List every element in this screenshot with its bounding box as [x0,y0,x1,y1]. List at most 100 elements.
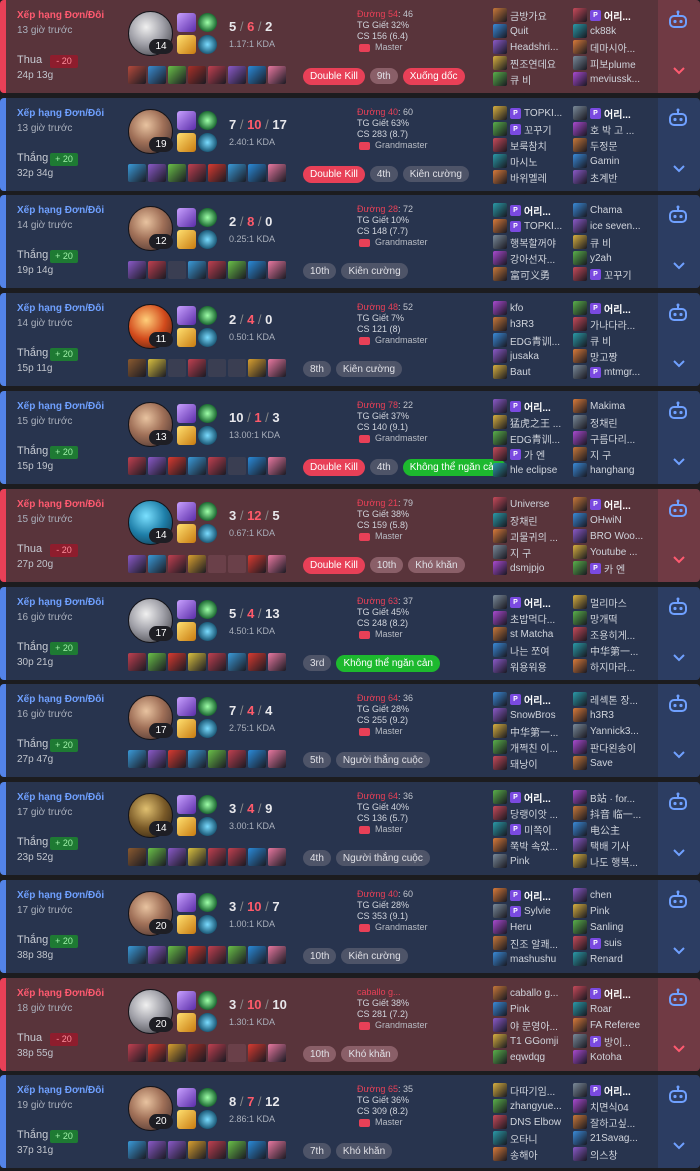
player-name[interactable]: ice seven... [590,221,651,232]
player-name[interactable]: Chama [590,205,651,216]
team-player-row[interactable]: T1 GGomji [493,1033,571,1049]
rune-icon[interactable] [198,13,217,32]
rune-icon[interactable] [198,230,217,249]
team-player-row[interactable]: 21Savag... [573,1130,651,1146]
player-name[interactable]: 어리... [604,8,651,23]
empty-item-slot[interactable] [228,359,246,377]
item-icon[interactable] [148,946,166,964]
item-icon[interactable] [228,946,246,964]
player-name[interactable]: Baut [510,367,571,378]
empty-item-slot[interactable] [228,457,246,475]
player-name[interactable]: h3R3 [510,319,571,330]
item-icon[interactable] [188,457,206,475]
item-icon[interactable] [168,66,186,84]
player-name[interactable]: 큐 비 [590,333,651,348]
team-player-row[interactable]: 초밥먹다... [493,610,571,626]
match-card[interactable]: Xếp hạng Đơn/Đôi 18 giờ trước Thua - 20 38p … [0,978,700,1071]
team-player-row[interactable]: Pink [573,903,651,919]
rune-icon[interactable] [198,600,217,619]
player-name[interactable]: suis [604,938,651,949]
team-player-row[interactable]: 치면식04 [573,1098,651,1114]
player-name[interactable]: dsmjpjo [510,563,571,574]
player-name[interactable]: jusaka [510,351,571,362]
player-name[interactable]: 어리... [524,203,571,218]
empty-item-slot[interactable] [168,359,186,377]
team-player-row[interactable]: DNS Elbow [493,1114,571,1130]
item-icon[interactable] [268,848,286,866]
team-player-row[interactable]: P카 엔 [573,560,651,576]
team-player-row[interactable]: Psuis [573,935,651,951]
item-icon[interactable] [128,359,146,377]
item-icon[interactable] [248,359,266,377]
player-name[interactable]: zhangyue... [510,1101,571,1112]
item-icon[interactable] [188,1141,206,1159]
team-player-row[interactable]: 데마시아... [573,39,651,55]
item-icon[interactable] [188,1044,206,1062]
match-card[interactable]: Xếp hạng Đơn/Đôi 16 giờ trước Thắng + 20 30p… [0,587,700,680]
item-icon[interactable] [268,1141,286,1159]
empty-item-slot[interactable] [168,261,186,279]
item-icon[interactable] [268,359,286,377]
player-name[interactable]: TOPKI... [524,221,571,232]
team-player-row[interactable]: P 꼬꾸기 [573,266,651,282]
team-player-row[interactable]: P 어리... [573,7,651,23]
player-name[interactable]: BRO Woo... [590,531,651,542]
player-name[interactable]: Roar [590,1004,651,1015]
player-name[interactable]: 진조 알쾌... [510,936,571,951]
summoner-spell-icon[interactable] [177,817,196,836]
team-player-row[interactable]: zhangyue... [493,1098,571,1114]
item-icon[interactable] [228,164,246,182]
item-icon[interactable] [208,653,226,671]
player-name[interactable]: 레섹톤 장... [590,692,651,707]
match-card[interactable]: Xếp hạng Đơn/Đôi 13 giờ trước Thua - 20 24p … [0,0,700,93]
rune-icon[interactable] [198,1013,217,1032]
ai-bot-icon[interactable] [667,10,689,30]
player-name[interactable]: 워용워용 [510,659,571,674]
team-player-row[interactable]: P 어리... [573,985,651,1001]
player-name[interactable]: 어리... [604,497,651,512]
summoner-spell-icon[interactable] [177,600,196,619]
team-player-row[interactable]: st Matcha [493,626,571,642]
summoner-spell-icon[interactable] [177,991,196,1010]
team-player-row[interactable]: 망고짱 [573,348,651,364]
summoner-spell-icon[interactable] [177,328,196,347]
item-icon[interactable] [208,1044,226,1062]
item-icon[interactable] [228,66,246,84]
ai-bot-icon[interactable] [667,108,689,128]
team-player-row[interactable]: 장채린 [493,512,571,528]
player-name[interactable]: 행복할꺼야 [510,235,571,250]
player-name[interactable]: T1 GGomji [510,1036,571,1047]
team-player-row[interactable]: P 어리... [493,691,571,707]
item-icon[interactable] [168,164,186,182]
team-player-row[interactable]: 나는 쪼여 [493,642,571,658]
player-name[interactable]: EDG青训... [510,431,571,446]
team-player-row[interactable]: P 어리... [493,594,571,610]
player-name[interactable]: hanghang [590,465,651,476]
team-player-row[interactable]: SnowBros [493,707,571,723]
empty-item-slot[interactable] [228,1044,246,1062]
item-icon[interactable] [228,848,246,866]
team-player-row[interactable]: P 어리... [573,105,651,121]
chevron-down-icon[interactable] [670,846,688,862]
team-player-row[interactable]: Youtube ... [573,544,651,560]
team-player-row[interactable]: 구름다리... [573,430,651,446]
team-player-row[interactable]: Headshri... [493,39,571,55]
team-player-row[interactable]: 피보plume [573,55,651,71]
item-icon[interactable] [168,1141,186,1159]
team-player-row[interactable]: jusaka [493,348,571,364]
rune-icon[interactable] [198,404,217,423]
item-icon[interactable] [188,750,206,768]
item-icon[interactable] [128,555,146,573]
team-player-row[interactable]: P 어리... [573,300,651,316]
summoner-spell-icon[interactable] [177,230,196,249]
team-player-row[interactable]: 잘하고싶... [573,1114,651,1130]
chevron-down-icon[interactable] [670,259,688,275]
team-player-row[interactable]: h3R3 [573,707,651,723]
player-name[interactable]: Pink [510,1004,571,1015]
summoner-spell-icon[interactable] [177,915,196,934]
item-icon[interactable] [188,946,206,964]
chevron-down-icon[interactable] [670,1139,688,1155]
team-player-row[interactable]: Gamin [573,153,651,169]
player-name[interactable]: 보룩참치 [510,138,571,153]
team-player-row[interactable]: caballo g... [493,985,571,1001]
